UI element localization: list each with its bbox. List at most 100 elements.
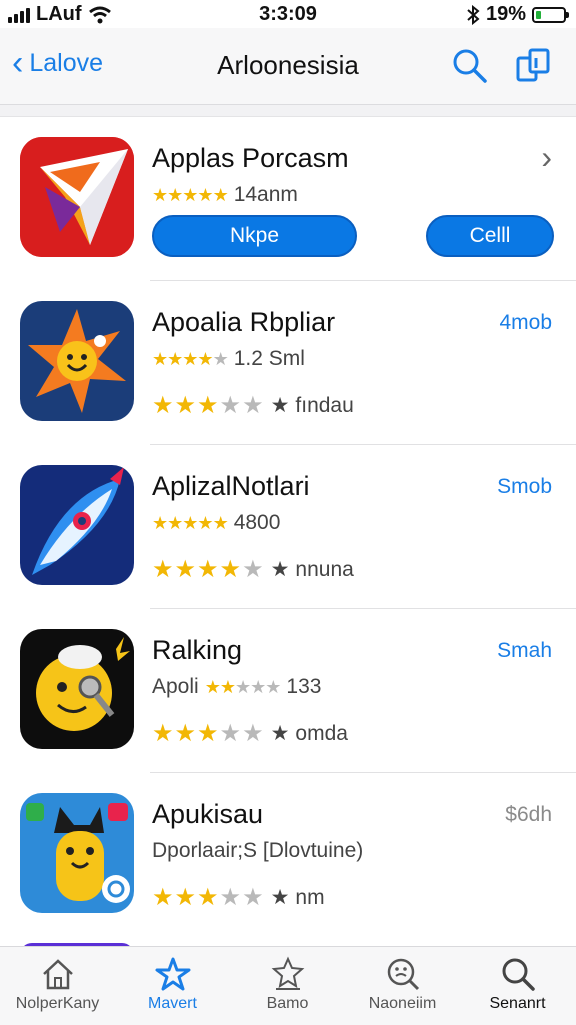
star-icon: ★ <box>152 556 175 583</box>
smiley-search-icon <box>387 958 419 991</box>
app-name: Apoalia Rbpliar <box>152 307 336 337</box>
star-icon: ★ <box>242 884 265 911</box>
star-icon: ★ <box>219 884 243 911</box>
price-label[interactable]: Smah <box>497 639 552 663</box>
app-icon-emoji <box>20 629 134 749</box>
emoji-face-icon <box>20 629 134 749</box>
search-icon <box>453 49 487 83</box>
list-item[interactable]: Applas Porcasm › ★★★★★ 14anm Nkpe Celll <box>0 117 576 281</box>
rating-count: 1.2 Sml <box>233 347 305 370</box>
star-icon: ★ <box>212 512 229 533</box>
search-icon <box>502 958 535 991</box>
star-glyph-icon: ★ <box>270 558 290 581</box>
home-icon <box>42 959 73 990</box>
rating-row: Apoli ★★★★★ 133 <box>152 675 321 699</box>
rating-row: ★★★★★ 4800 <box>152 511 280 535</box>
star-icon: ★ <box>182 512 198 533</box>
battery-icon <box>532 6 569 23</box>
page-title: Arloonesisia <box>217 50 359 80</box>
secondary-button[interactable]: Celll <box>426 215 554 257</box>
star-icon: ★ <box>152 512 168 533</box>
star-rating-large: ★★★★★ <box>152 555 265 584</box>
status-bar: LAuf 3:3:09 19% <box>0 0 576 28</box>
price-label[interactable]: Smob <box>497 475 552 499</box>
star-icon: ★ <box>182 184 198 205</box>
rating-count: 4800 <box>233 511 281 534</box>
rating-row: ★★★★★ 1.2 Sml <box>152 347 305 371</box>
paper-plane-icon <box>20 137 134 257</box>
status-right: 19% <box>466 3 569 26</box>
star-icon: ★ <box>212 184 229 205</box>
tab-discover[interactable]: Naoneiim <box>345 953 460 1013</box>
star-icon: ★ <box>204 676 221 697</box>
rocket-icon <box>20 465 134 585</box>
star-rating-large: ★★★★★ <box>152 883 265 912</box>
share-button[interactable] <box>514 46 552 89</box>
list-item[interactable]: AplizalNotlari Smob ★★★★★ 4800 ★★★★★ ★ n… <box>0 445 576 609</box>
tab-label: Bamo <box>266 995 309 1012</box>
star-icon: ★ <box>152 392 175 419</box>
star-rating: ★★★★★ <box>152 348 229 370</box>
star-icon: ★ <box>197 720 220 747</box>
list-item[interactable]: Apoalia Rbpliar 4mob ★★★★★ 1.2 Sml ★★★★★… <box>0 281 576 445</box>
app-subtitle: Dporlaair;S [Dlovtuine) <box>152 839 364 862</box>
list-item[interactable]: Ralking Smah Apoli ★★★★★ 133 ★★★★★ ★ omd… <box>0 609 576 773</box>
app-name: AplizalNotlari <box>152 471 310 501</box>
star-icon: ★ <box>152 184 168 205</box>
star-icon: ★ <box>174 884 198 911</box>
star-icon: ★ <box>197 556 220 583</box>
tab-label: Naoneiim <box>368 995 437 1012</box>
secondary-rating-row: ★★★★★ ★ nnuna <box>152 555 354 584</box>
star-icon: ★ <box>167 512 183 533</box>
app-list[interactable]: Applas Porcasm › ★★★★★ 14anm Nkpe Celll … <box>0 116 576 947</box>
search-button[interactable] <box>452 48 488 89</box>
secondary-rating-row: ★★★★★ ★ nm <box>152 883 325 912</box>
star-icon: ★ <box>234 676 251 697</box>
star-icon: ★ <box>242 392 265 419</box>
star-icon <box>155 957 190 991</box>
star-icon: ★ <box>174 392 198 419</box>
secondary-rating-row: ★★★★★ ★ omda <box>152 719 348 748</box>
star-glyph-icon: ★ <box>270 722 290 745</box>
star-icon: ★ <box>219 720 243 747</box>
star-icon: ★ <box>265 676 281 697</box>
tab-featured[interactable]: Mavert <box>115 953 230 1013</box>
secondary-text: nnuna <box>295 557 354 581</box>
bluetooth-icon <box>467 4 480 25</box>
battery-percent: 19% <box>485 3 526 25</box>
tab-label: Senanrt <box>489 995 546 1012</box>
secondary-text: omda <box>295 721 348 745</box>
star-rating: ★★★★★ <box>152 184 229 206</box>
tab-search[interactable]: Senanrt <box>460 953 575 1013</box>
star-icon: ★ <box>197 512 213 533</box>
price-label[interactable]: 4mob <box>499 311 552 335</box>
star-rating: ★★★★★ <box>204 676 282 698</box>
star-icon: ★ <box>242 556 265 583</box>
nav-bar: ‹ Lalove Arloonesisia <box>0 28 576 105</box>
tab-home[interactable]: NolperKany <box>0 953 115 1013</box>
star-icon: ★ <box>197 348 213 369</box>
sun-face-icon <box>20 301 134 421</box>
star-icon: ★ <box>219 556 243 583</box>
star-icon: ★ <box>219 392 243 419</box>
secondary-text: nm <box>295 885 325 909</box>
star-icon: ★ <box>197 184 213 205</box>
cat-character-icon <box>20 793 134 913</box>
subtitle: Dporlaair;S [Dlovtuine) <box>152 839 363 863</box>
star-icon: ★ <box>182 348 198 369</box>
star-icon: ★ <box>242 720 265 747</box>
rating-count: 14anm <box>233 183 298 206</box>
price-label[interactable]: $6dh <box>505 803 552 827</box>
rating-prefix: Apoli <box>152 675 199 698</box>
star-icon: ★ <box>167 348 183 369</box>
app-name: Ralking <box>152 635 243 665</box>
chevron-right-icon[interactable]: › <box>541 139 552 176</box>
get-button[interactable]: Nkpe <box>152 215 357 257</box>
star-rating: ★★★★★ <box>152 512 229 534</box>
tab-label: Mavert <box>148 995 197 1012</box>
secondary-text: fındau <box>295 393 354 417</box>
star-icon: ★ <box>167 184 183 205</box>
app-icon-paper-plane <box>20 137 134 257</box>
tab-updates[interactable]: Bamo <box>230 953 345 1013</box>
list-item[interactable]: Apukisau $6dh Dporlaair;S [Dlovtuine) ★★… <box>0 773 576 937</box>
